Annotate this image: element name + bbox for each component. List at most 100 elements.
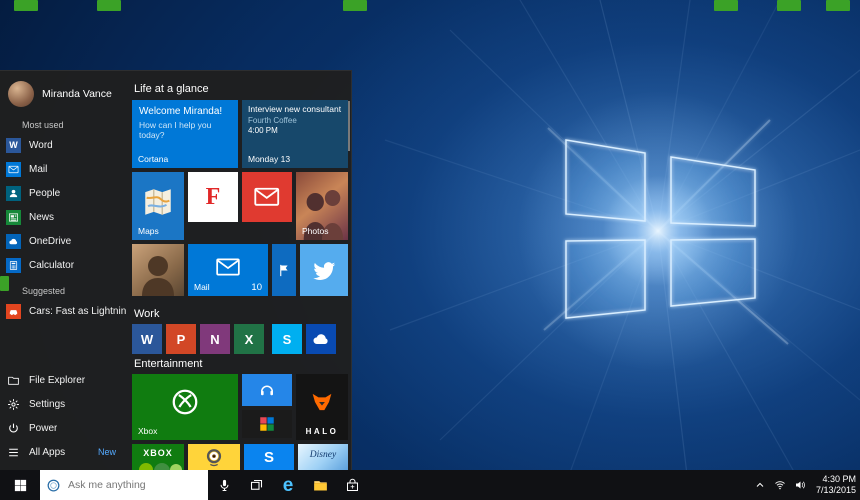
menu-item-label: OneDrive — [29, 235, 72, 247]
onenote-glyph: N — [210, 331, 220, 347]
menu-item-news[interactable]: News — [0, 205, 130, 229]
menu-item-file-explorer[interactable]: File Explorer — [0, 368, 130, 392]
minions-tile[interactable] — [188, 444, 240, 471]
avatar — [8, 81, 34, 107]
portrait-photo — [132, 244, 184, 296]
xbox-tile[interactable]: Xbox — [132, 374, 238, 440]
menu-item-label: Settings — [29, 398, 66, 410]
movies-tile[interactable] — [242, 410, 292, 438]
callout-marker — [0, 276, 9, 291]
bird-icon — [300, 244, 348, 296]
mail-tile[interactable]: Mail 10 — [188, 244, 268, 296]
menu-item-label: Mail — [29, 163, 48, 175]
all-apps-icon — [6, 445, 21, 460]
powerpoint-tile[interactable]: P — [166, 324, 196, 354]
shazam-glyph: S — [263, 449, 274, 466]
menu-item-all-apps[interactable]: All Apps New — [0, 440, 130, 464]
tile-badge: 10 — [251, 282, 262, 293]
edge-button[interactable]: e — [275, 470, 301, 500]
tile-label: Maps — [138, 226, 159, 236]
cortana-tile[interactable]: Welcome Miranda! How can I help you today… — [132, 100, 238, 168]
sports-tile[interactable] — [272, 244, 296, 296]
headphones-icon — [242, 374, 292, 406]
speaker-icon[interactable] — [790, 470, 810, 500]
photo-tile[interactable] — [132, 244, 184, 296]
shazam-tile[interactable]: S — [244, 444, 294, 471]
minion-icon — [188, 444, 240, 471]
frozen-tile[interactable]: Disney — [298, 444, 348, 471]
maps-tile[interactable]: Maps — [132, 172, 184, 240]
start-menu-left-rail: Miranda Vance Most used W Word Mail People N… — [0, 71, 130, 470]
menu-item-calculator[interactable]: Calculator — [0, 253, 130, 277]
callout-marker — [97, 0, 121, 11]
cortana-icon — [47, 479, 60, 491]
tile-title: Welcome Miranda! — [139, 106, 223, 117]
onenote-tile[interactable]: N — [200, 324, 230, 354]
microphone-button[interactable] — [211, 470, 237, 500]
word-tile[interactable]: W — [132, 324, 162, 354]
menu-item-label: Calculator — [29, 259, 75, 271]
menu-item-word[interactable]: W Word — [0, 133, 130, 157]
excel-tile[interactable]: X — [234, 324, 264, 354]
clock[interactable]: 4:30 PM 7/13/2015 — [810, 474, 860, 496]
powerpoint-glyph: P — [176, 331, 186, 347]
tile-line3: 4:00 PM — [248, 125, 278, 135]
calculator-app-icon — [6, 257, 21, 273]
menu-item-label: Word — [29, 139, 53, 151]
edge-icon: e — [282, 474, 294, 496]
tiles-area: Life at a glance Welcome Miranda! How can … — [130, 71, 351, 471]
search-input[interactable] — [66, 478, 202, 492]
menu-item-onedrive[interactable]: OneDrive — [0, 229, 130, 253]
photos-tile[interactable]: Photos — [296, 172, 348, 240]
menu-item-cars[interactable]: Cars: Fast as Lightning — [0, 299, 130, 323]
taskbar-buttons: e — [208, 470, 368, 500]
excel-glyph: X — [244, 331, 254, 347]
email-tile[interactable] — [242, 172, 292, 222]
people-app-icon — [6, 185, 21, 201]
search-box[interactable] — [40, 470, 208, 500]
calendar-tile[interactable]: Interview new consultant Fourth Coffee 4:0… — [242, 100, 348, 168]
menu-item-label: File Explorer — [29, 374, 86, 386]
menu-item-label: News — [29, 211, 55, 223]
halo-tile[interactable]: HALO — [296, 374, 348, 440]
onedrive-tile[interactable] — [306, 324, 336, 354]
system-tray: 4:30 PM 7/13/2015 — [750, 470, 860, 500]
scrollbar-thumb[interactable] — [348, 101, 350, 151]
most-used-label: Most used — [22, 120, 64, 130]
cloud-icon — [306, 324, 336, 354]
start-button[interactable] — [0, 470, 40, 500]
xbox-avatars-tile[interactable]: XBOX — [132, 444, 184, 471]
callout-marker — [777, 0, 801, 11]
file-explorer-button[interactable] — [307, 470, 333, 500]
group-header: Life at a glance — [134, 83, 209, 95]
menu-item-mail[interactable]: Mail — [0, 157, 130, 181]
tile-subtitle: How can I help you today? — [139, 119, 212, 140]
user-account[interactable]: Miranda Vance — [0, 79, 130, 111]
tray-icons — [750, 470, 810, 500]
group-header: Entertainment — [134, 358, 203, 370]
network-icon[interactable] — [770, 470, 790, 500]
tile-label: HALO — [305, 427, 339, 436]
windows-logo-icon — [14, 479, 26, 491]
flipboard-glyph: F — [205, 183, 221, 210]
tile-line2: Fourth Coffee — [248, 115, 297, 125]
menu-item-power[interactable]: Power — [0, 416, 130, 440]
folder-icon — [6, 373, 21, 388]
flag-icon — [272, 244, 296, 296]
brand-label: Disney — [309, 450, 337, 460]
task-view-button[interactable] — [243, 470, 269, 500]
twitter-tile[interactable] — [300, 244, 348, 296]
flipboard-tile[interactable]: F — [188, 172, 238, 222]
groove-tile[interactable] — [242, 374, 292, 406]
menu-item-label: Cars: Fast as Lightning — [29, 305, 126, 317]
menu-item-settings[interactable]: Settings — [0, 392, 130, 416]
new-badge: New — [97, 447, 116, 457]
power-icon — [6, 421, 21, 436]
microphone-icon — [217, 478, 232, 493]
menu-item-people[interactable]: People — [0, 181, 130, 205]
chevron-up-icon[interactable] — [750, 470, 770, 500]
envelope-icon — [242, 172, 292, 222]
skype-tile[interactable]: S — [272, 324, 302, 354]
store-button[interactable] — [339, 470, 365, 500]
colorgrid-icon — [242, 410, 292, 438]
